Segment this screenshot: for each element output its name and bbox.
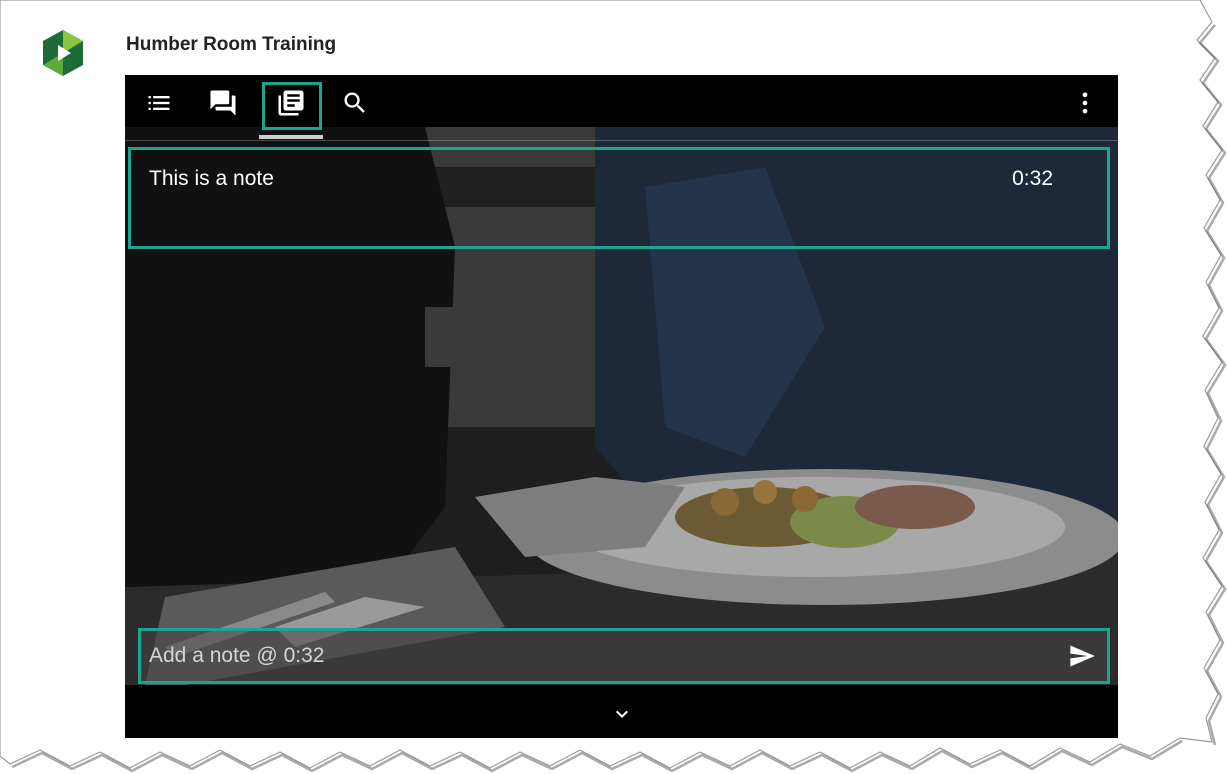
video-player: This is a note 0:32 [125,75,1118,738]
add-note-input[interactable] [149,637,1049,675]
active-tab-indicator [259,135,323,139]
search-icon [344,92,365,113]
notes-tab-highlight [262,82,322,130]
send-note-button[interactable] [1065,639,1099,673]
list-icon [148,96,170,110]
send-icon [1070,645,1095,667]
note-text: This is a note [149,167,274,190]
more-vertical-icon [1082,92,1088,114]
panel-divider [125,140,1118,141]
tab-discussion[interactable] [203,83,243,123]
add-note-field [138,628,1110,684]
tab-contents[interactable] [139,83,179,123]
note-timestamp[interactable]: 0:32 [1012,167,1053,191]
app-title: Humber Room Training [126,34,337,55]
comments-icon [210,90,236,116]
app-logo [43,30,83,76]
more-options-button[interactable] [1065,83,1105,123]
note-item[interactable]: This is a note 0:32 [128,147,1110,249]
collapse-panel-button[interactable] [605,700,639,728]
page: Humber Room Training This is a note 0:32… [0,0,1227,774]
chevron-down-icon [616,710,628,718]
tab-search[interactable] [335,83,375,123]
